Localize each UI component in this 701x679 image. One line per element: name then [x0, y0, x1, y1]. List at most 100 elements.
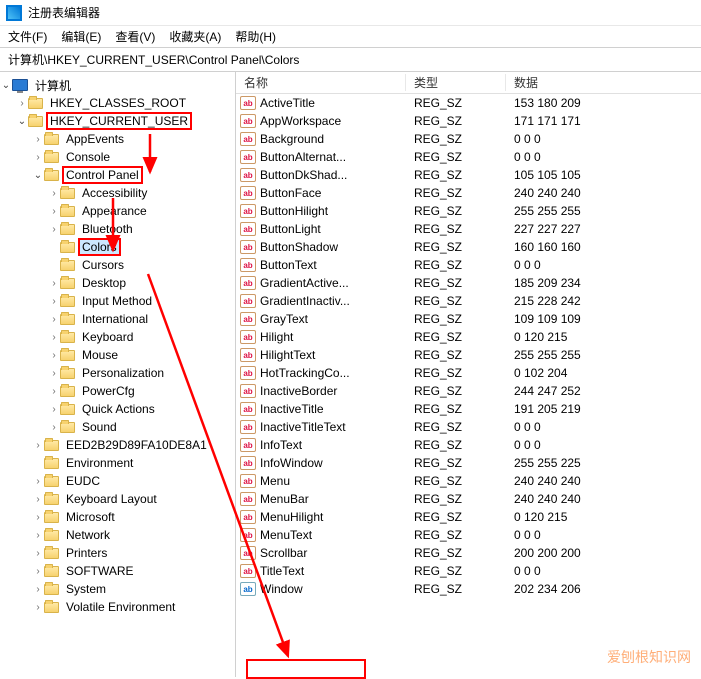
- chevron-icon[interactable]: ›: [48, 314, 60, 325]
- list-row[interactable]: abWindowREG_SZ202 234 206: [236, 580, 701, 598]
- tree-item[interactable]: Environment: [0, 454, 235, 472]
- list-row[interactable]: abGradientInactiv...REG_SZ215 228 242: [236, 292, 701, 310]
- chevron-icon[interactable]: ›: [48, 332, 60, 343]
- list-row[interactable]: abBackgroundREG_SZ0 0 0: [236, 130, 701, 148]
- chevron-icon[interactable]: ⌄: [16, 116, 28, 127]
- menu-view[interactable]: 查看(V): [115, 28, 155, 45]
- list-row[interactable]: abMenuREG_SZ240 240 240: [236, 472, 701, 490]
- chevron-icon[interactable]: ›: [48, 278, 60, 289]
- chevron-icon[interactable]: ›: [32, 530, 44, 541]
- menu-file[interactable]: 文件(F): [8, 28, 47, 45]
- chevron-icon[interactable]: ›: [32, 476, 44, 487]
- chevron-icon[interactable]: ›: [32, 602, 44, 613]
- list-row[interactable]: abHilightREG_SZ0 120 215: [236, 328, 701, 346]
- list-row[interactable]: abButtonAlternat...REG_SZ0 0 0: [236, 148, 701, 166]
- tree-item[interactable]: ›Accessibility: [0, 184, 235, 202]
- list-row[interactable]: abScrollbarREG_SZ200 200 200: [236, 544, 701, 562]
- tree-item[interactable]: ›HKEY_CLASSES_ROOT: [0, 94, 235, 112]
- list-row[interactable]: abButtonLightREG_SZ227 227 227: [236, 220, 701, 238]
- col-header-type[interactable]: 类型: [406, 74, 506, 91]
- tree-item[interactable]: ›Printers: [0, 544, 235, 562]
- chevron-icon[interactable]: ›: [48, 206, 60, 217]
- tree-item[interactable]: ›Keyboard: [0, 328, 235, 346]
- chevron-icon[interactable]: ›: [48, 404, 60, 415]
- tree-item[interactable]: ›Console: [0, 148, 235, 166]
- list-row[interactable]: abInfoWindowREG_SZ255 255 225: [236, 454, 701, 472]
- chevron-icon[interactable]: ›: [32, 566, 44, 577]
- list-row[interactable]: abMenuBarREG_SZ240 240 240: [236, 490, 701, 508]
- chevron-icon[interactable]: ›: [32, 152, 44, 163]
- chevron-icon[interactable]: ›: [32, 134, 44, 145]
- tree-item[interactable]: ›Mouse: [0, 346, 235, 364]
- chevron-icon[interactable]: ⌄: [32, 170, 44, 181]
- chevron-icon[interactable]: ›: [48, 386, 60, 397]
- tree-item[interactable]: ›EUDC: [0, 472, 235, 490]
- tree-item[interactable]: ›EED2B29D89FA10DE8A1: [0, 436, 235, 454]
- list-pane[interactable]: 名称 类型 数据 abActiveTitleREG_SZ153 180 209a…: [236, 72, 701, 677]
- value-name: InactiveTitle: [260, 402, 324, 416]
- chevron-icon[interactable]: ›: [32, 548, 44, 559]
- chevron-icon[interactable]: ›: [32, 494, 44, 505]
- tree-item[interactable]: ›Input Method: [0, 292, 235, 310]
- list-row[interactable]: abGrayTextREG_SZ109 109 109: [236, 310, 701, 328]
- menu-edit[interactable]: 编辑(E): [61, 28, 101, 45]
- list-row[interactable]: abHotTrackingCo...REG_SZ0 102 204: [236, 364, 701, 382]
- chevron-icon[interactable]: ›: [48, 368, 60, 379]
- tree-item[interactable]: ›Personalization: [0, 364, 235, 382]
- chevron-icon[interactable]: ⌄: [0, 80, 12, 91]
- folder-icon: [44, 134, 59, 145]
- chevron-icon[interactable]: ›: [48, 224, 60, 235]
- tree-pane[interactable]: ⌄计算机›HKEY_CLASSES_ROOT⌄HKEY_CURRENT_USER…: [0, 72, 236, 677]
- tree-item[interactable]: ⌄计算机: [0, 76, 235, 94]
- tree-item[interactable]: Cursors: [0, 256, 235, 274]
- chevron-icon[interactable]: ›: [32, 512, 44, 523]
- tree-item[interactable]: ›Bluetooth: [0, 220, 235, 238]
- list-row[interactable]: abButtonTextREG_SZ0 0 0: [236, 256, 701, 274]
- list-row[interactable]: abGradientActive...REG_SZ185 209 234: [236, 274, 701, 292]
- list-row[interactable]: abInactiveTitleTextREG_SZ0 0 0: [236, 418, 701, 436]
- col-header-name[interactable]: 名称: [236, 74, 406, 91]
- list-row[interactable]: abHilightTextREG_SZ255 255 255: [236, 346, 701, 364]
- menu-fav[interactable]: 收藏夹(A): [169, 28, 221, 45]
- list-row[interactable]: abAppWorkspaceREG_SZ171 171 171: [236, 112, 701, 130]
- tree-item[interactable]: ›Volatile Environment: [0, 598, 235, 616]
- string-value-icon: ab: [240, 456, 256, 470]
- tree-item[interactable]: ⌄Control Panel: [0, 166, 235, 184]
- tree-item[interactable]: ›Quick Actions: [0, 400, 235, 418]
- list-row[interactable]: abMenuHilightREG_SZ0 120 215: [236, 508, 701, 526]
- tree-item[interactable]: ›International: [0, 310, 235, 328]
- chevron-icon[interactable]: ›: [48, 422, 60, 433]
- list-row[interactable]: abButtonDkShad...REG_SZ105 105 105: [236, 166, 701, 184]
- address-bar[interactable]: 计算机\HKEY_CURRENT_USER\Control Panel\Colo…: [0, 48, 701, 72]
- tree-item[interactable]: ›Appearance: [0, 202, 235, 220]
- menu-help[interactable]: 帮助(H): [235, 28, 276, 45]
- list-row[interactable]: abActiveTitleREG_SZ153 180 209: [236, 94, 701, 112]
- chevron-icon[interactable]: ›: [32, 440, 44, 451]
- list-row[interactable]: abInactiveTitleREG_SZ191 205 219: [236, 400, 701, 418]
- col-header-data[interactable]: 数据: [506, 74, 701, 91]
- tree-item[interactable]: ›Keyboard Layout: [0, 490, 235, 508]
- chevron-icon[interactable]: ›: [32, 584, 44, 595]
- chevron-icon[interactable]: ›: [48, 350, 60, 361]
- tree-item[interactable]: Colors: [0, 238, 235, 256]
- tree-item[interactable]: ›PowerCfg: [0, 382, 235, 400]
- tree-item[interactable]: ›AppEvents: [0, 130, 235, 148]
- list-row[interactable]: abInfoTextREG_SZ0 0 0: [236, 436, 701, 454]
- tree-item[interactable]: ›Network: [0, 526, 235, 544]
- tree-item[interactable]: ›System: [0, 580, 235, 598]
- list-row[interactable]: abMenuTextREG_SZ0 0 0: [236, 526, 701, 544]
- tree-item[interactable]: ›Sound: [0, 418, 235, 436]
- list-row[interactable]: abTitleTextREG_SZ0 0 0: [236, 562, 701, 580]
- tree-item[interactable]: ›SOFTWARE: [0, 562, 235, 580]
- value-name: InfoText: [260, 438, 302, 452]
- tree-item[interactable]: ⌄HKEY_CURRENT_USER: [0, 112, 235, 130]
- list-row[interactable]: abButtonHilightREG_SZ255 255 255: [236, 202, 701, 220]
- tree-item[interactable]: ›Microsoft: [0, 508, 235, 526]
- chevron-icon[interactable]: ›: [48, 188, 60, 199]
- chevron-icon[interactable]: ›: [48, 296, 60, 307]
- chevron-icon[interactable]: ›: [16, 98, 28, 109]
- list-row[interactable]: abButtonShadowREG_SZ160 160 160: [236, 238, 701, 256]
- list-row[interactable]: abInactiveBorderREG_SZ244 247 252: [236, 382, 701, 400]
- list-row[interactable]: abButtonFaceREG_SZ240 240 240: [236, 184, 701, 202]
- tree-item[interactable]: ›Desktop: [0, 274, 235, 292]
